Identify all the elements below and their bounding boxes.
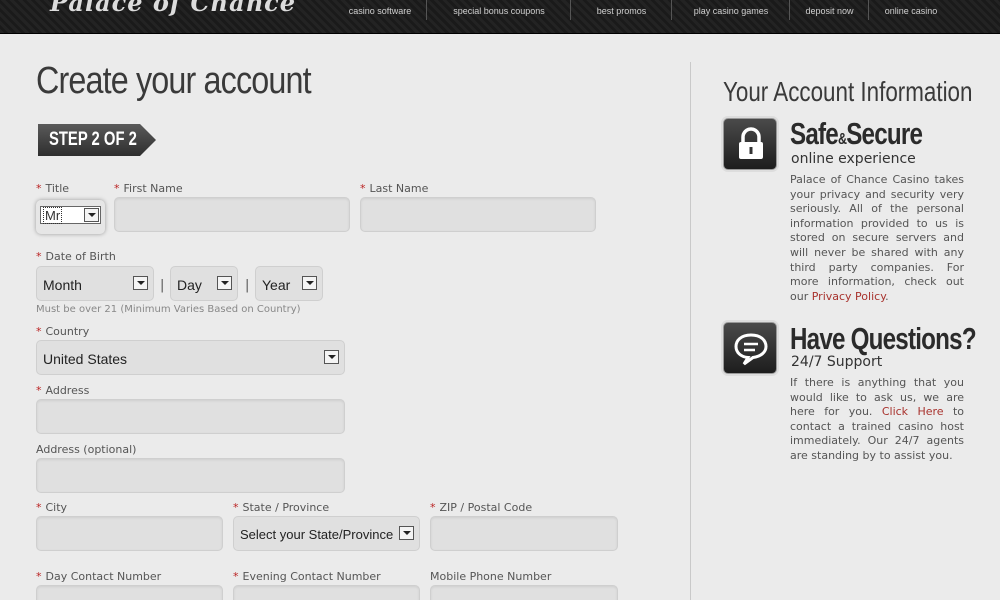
chevron-down-icon[interactable] [133,276,148,290]
step-label: STEP 2 OF 2 [49,129,137,150]
dob-separator: | [245,278,250,293]
chevron-down-icon[interactable] [302,276,317,290]
city-input[interactable] [36,516,223,551]
privacy-policy-link[interactable]: Privacy Policy [812,290,885,303]
nav-best-promos[interactable]: best promos [572,0,672,20]
evening-contact-label: * Evening Contact Number [233,570,381,583]
secure-heading: Safe&Secure [790,116,923,151]
chevron-down-icon[interactable] [217,276,232,290]
city-label: * City [36,501,68,514]
nav-online-casino[interactable]: online casino [870,0,952,20]
state-value: Select your State/Province [240,527,394,542]
mobile-input[interactable] [430,585,618,600]
nav-deposit-now[interactable]: deposit now [791,0,869,20]
first-name-input[interactable] [114,197,350,232]
nav-special-bonus-coupons[interactable]: special bonus coupons [428,0,571,20]
dob-year-select[interactable]: Year [255,266,323,301]
address-label: * Address [36,384,90,397]
state-select[interactable]: Select your State/Province [233,516,420,551]
dob-day-value: Day [177,277,202,293]
questions-subheading: 24/7 Support [791,354,883,370]
dob-year-value: Year [262,277,291,293]
secure-description: Palace of Chance Casino takes your priva… [790,173,964,303]
day-contact-label: * Day Contact Number [36,570,162,583]
secure-subheading: online experience [791,151,916,167]
zip-label: * ZIP / Postal Code [430,501,533,514]
dob-month-select[interactable]: Month [36,266,154,301]
chat-bubble-icon [723,322,777,374]
page-title: Create your account [36,60,312,102]
questions-heading: Have Questions? [790,321,977,356]
address-optional-label: Address (optional) [36,443,137,456]
address-optional-input[interactable] [36,458,345,493]
title-select-box[interactable]: Mr [40,206,101,224]
country-label: * Country [36,325,90,338]
dob-day-select[interactable]: Day [170,266,238,301]
country-select[interactable]: United States [36,340,345,375]
last-name-label: * Last Name [360,182,429,195]
address-input[interactable] [36,399,345,434]
state-label: * State / Province [233,501,330,514]
lock-icon [723,118,777,170]
dob-note: Must be over 21 (Minimum Varies Based on… [36,304,301,315]
nav-play-casino-games[interactable]: play casino games [673,0,790,20]
country-value: United States [43,351,128,367]
questions-description: If there is anything that you would like… [790,376,964,462]
title-label: * Title [36,182,70,195]
title-select[interactable]: Mr [36,200,105,234]
step-indicator: STEP 2 OF 2 [38,124,156,156]
click-here-link[interactable]: Click Here [882,405,944,418]
last-name-input[interactable] [360,197,596,232]
dob-month-value: Month [43,277,82,293]
evening-contact-input[interactable] [233,585,420,600]
chevron-down-icon[interactable] [84,208,99,222]
mobile-label: Mobile Phone Number [430,570,552,583]
dob-separator: | [160,278,165,293]
dob-label: * Date of Birth [36,250,116,263]
required-mark: * [36,182,42,195]
site-logo[interactable]: Palace of Chance [50,0,296,17]
column-divider [690,62,691,600]
site-header: Palace of Chance casino software special… [0,0,1000,34]
day-contact-input[interactable] [36,585,223,600]
chevron-down-icon[interactable] [399,526,414,540]
chevron-down-icon[interactable] [324,350,339,364]
first-name-label: * First Name [114,182,183,195]
zip-input[interactable] [430,516,618,551]
title-select-value: Mr [43,207,63,224]
nav-casino-software[interactable]: casino software [334,0,427,20]
sidebar-title: Your Account Information [723,76,973,107]
